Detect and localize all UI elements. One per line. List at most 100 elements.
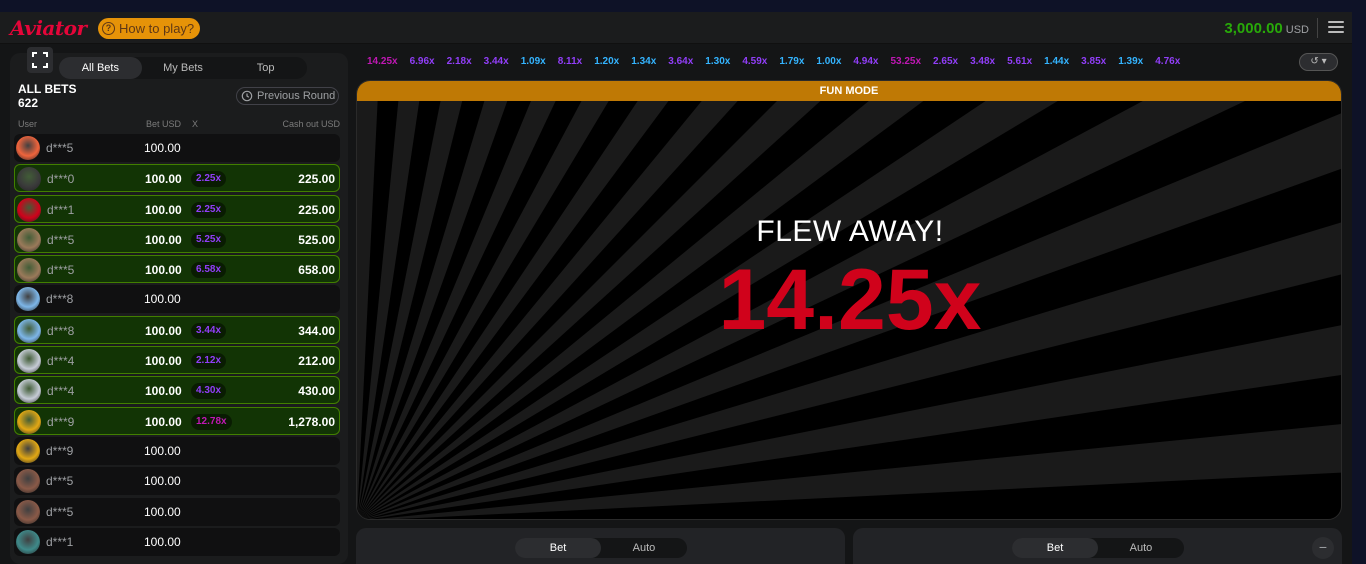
bet-row: d***1 100.00 [14, 527, 340, 556]
tab-all-bets[interactable]: All Bets [59, 57, 142, 79]
cashout-amount: 225.00 [298, 172, 335, 187]
history-multiplier[interactable]: 2.18x [441, 54, 478, 70]
history-multiplier[interactable]: 1.30x [699, 54, 736, 70]
tab-top[interactable]: Top [224, 57, 307, 79]
bet-username: d***5 [46, 474, 74, 489]
bets-panel: All Bets My Bets Top ALL BETS 622 Previo… [10, 53, 348, 564]
bet-amount: 100.00 [145, 323, 182, 338]
bet-row: d***8 100.00 [14, 285, 340, 314]
avatar [17, 379, 41, 404]
app-window: Aviator ? How to play? 3,000.00 USD All B… [0, 12, 1352, 564]
history-multiplier[interactable]: 1.39x [1112, 54, 1149, 70]
history-multiplier[interactable]: 3.48x [964, 54, 1001, 70]
history-multiplier[interactable]: 1.44x [1038, 54, 1075, 70]
bet-amount: 100.00 [145, 263, 182, 278]
bet-tab-1[interactable]: Bet [515, 538, 601, 558]
bet-row: d***5 100.00 [14, 134, 340, 162]
history-multiplier[interactable]: 14.25x [361, 54, 404, 70]
previous-round-button[interactable]: Previous Round [236, 87, 339, 105]
bet-row: d***1 100.00 2.25x 225.00 [14, 194, 340, 223]
bet-username: d***5 [47, 232, 75, 247]
remove-bet-panel-button[interactable]: − [1312, 537, 1334, 559]
history-multiplier[interactable]: 5.61x [1001, 54, 1038, 70]
cashout-multiplier: 12.78x [191, 413, 232, 430]
history-multiplier[interactable]: 3.44x [478, 54, 515, 70]
history-multiplier[interactable]: 4.76x [1149, 54, 1186, 70]
all-bets-label: ALL BETS [18, 82, 77, 96]
expand-icon [32, 52, 48, 68]
history-multiplier[interactable]: 3.85x [1075, 54, 1112, 70]
cashout-multiplier: 5.25x [191, 231, 227, 248]
bets-tabs: All Bets My Bets Top [59, 57, 307, 79]
bet-username: d***4 [47, 354, 75, 369]
cashout-amount: 225.00 [298, 202, 335, 217]
balance-currency: USD [1285, 24, 1309, 36]
auto-tab-1[interactable]: Auto [601, 538, 687, 558]
history-multiplier[interactable]: 1.09x [515, 54, 552, 70]
game-canvas: FUN MODE FLEW AWAY! 14.25x [356, 80, 1342, 520]
fun-mode-banner: FUN MODE [357, 81, 1341, 101]
bet-amount: 100.00 [145, 202, 182, 217]
cashout-multiplier: 2.25x [191, 171, 227, 188]
bet-tab-2[interactable]: Bet [1012, 538, 1098, 558]
history-multiplier[interactable]: 4.94x [847, 54, 884, 70]
cashout-amount: 212.00 [298, 354, 335, 369]
history-multiplier[interactable]: 6.96x [404, 54, 441, 70]
bet-row: d***4 100.00 4.30x 430.00 [14, 376, 340, 405]
cashout-amount: 1,278.00 [288, 414, 335, 429]
how-to-play-label: How to play? [119, 21, 195, 36]
bet-username: d***1 [46, 534, 74, 549]
bet-username: d***9 [46, 443, 74, 458]
bet-amount: 100.00 [144, 504, 181, 519]
history-multiplier[interactable]: 1.34x [625, 54, 662, 70]
history-multiplier[interactable]: 8.11x [552, 54, 588, 70]
auto-tab-2[interactable]: Auto [1098, 538, 1184, 558]
history-multiplier[interactable]: 1.20x [588, 54, 625, 70]
cashout-multiplier: 3.44x [191, 322, 227, 339]
bet-amount: 100.00 [144, 443, 181, 458]
balance-display: 3,000.00 USD [1224, 20, 1309, 37]
history-multiplier[interactable]: 4.59x [736, 54, 773, 70]
avatar [16, 438, 40, 463]
bet-username: d***1 [47, 202, 75, 217]
history-icon [241, 90, 253, 102]
bet-row: d***4 100.00 2.12x 212.00 [14, 346, 340, 375]
hamburger-menu-icon[interactable] [1328, 21, 1344, 35]
avatar [16, 287, 40, 312]
bet-username: d***5 [46, 504, 74, 519]
history-multiplier[interactable]: 53.25x [884, 54, 927, 70]
history-multiplier[interactable]: 1.00x [810, 54, 847, 70]
avatar [16, 499, 40, 524]
chevron-down-icon: ▾ [1321, 56, 1327, 67]
cashout-multiplier: 2.12x [191, 353, 227, 370]
column-user: User [18, 119, 38, 129]
how-to-play-button[interactable]: ? How to play? [98, 18, 201, 39]
bet-username: d***5 [47, 263, 75, 278]
avatar [17, 197, 41, 222]
bet-row: d***9 100.00 12.78x 1,278.00 [14, 406, 340, 435]
fullscreen-button[interactable] [27, 47, 53, 73]
history-dropdown-button[interactable]: ↺ ▾ [1299, 53, 1338, 71]
multiplier-history: 14.25x 6.96x 2.18x 3.44x 1.09x 8.11x 1.20x 1.34… [361, 54, 1186, 70]
avatar [16, 529, 40, 554]
bet-amount: 100.00 [144, 292, 181, 307]
bet-row: d***8 100.00 3.44x 344.00 [14, 315, 340, 344]
bet-username: d***8 [47, 323, 75, 338]
bet-count: 622 [18, 96, 39, 110]
bet-amount: 100.00 [145, 172, 182, 187]
balance-amount: 3,000.00 [1224, 20, 1283, 37]
avatar [16, 469, 40, 494]
history-icon: ↺ [1310, 56, 1319, 67]
history-multiplier[interactable]: 1.79x [773, 54, 810, 70]
bet-username: d***9 [47, 414, 75, 429]
column-cashout: Cash out USD [282, 119, 340, 129]
bet-amount: 100.00 [145, 414, 182, 429]
flew-away-text: FLEW AWAY! [756, 215, 944, 248]
bet-username: d***0 [47, 172, 75, 187]
history-multiplier[interactable]: 3.64x [662, 54, 699, 70]
top-bar: Aviator ? How to play? 3,000.00 USD [0, 12, 1352, 44]
tab-my-bets[interactable]: My Bets [142, 57, 225, 79]
cashout-multiplier: 4.30x [191, 383, 227, 400]
aviator-logo[interactable]: Aviator [10, 16, 87, 40]
history-multiplier[interactable]: 2.65x [927, 54, 964, 70]
